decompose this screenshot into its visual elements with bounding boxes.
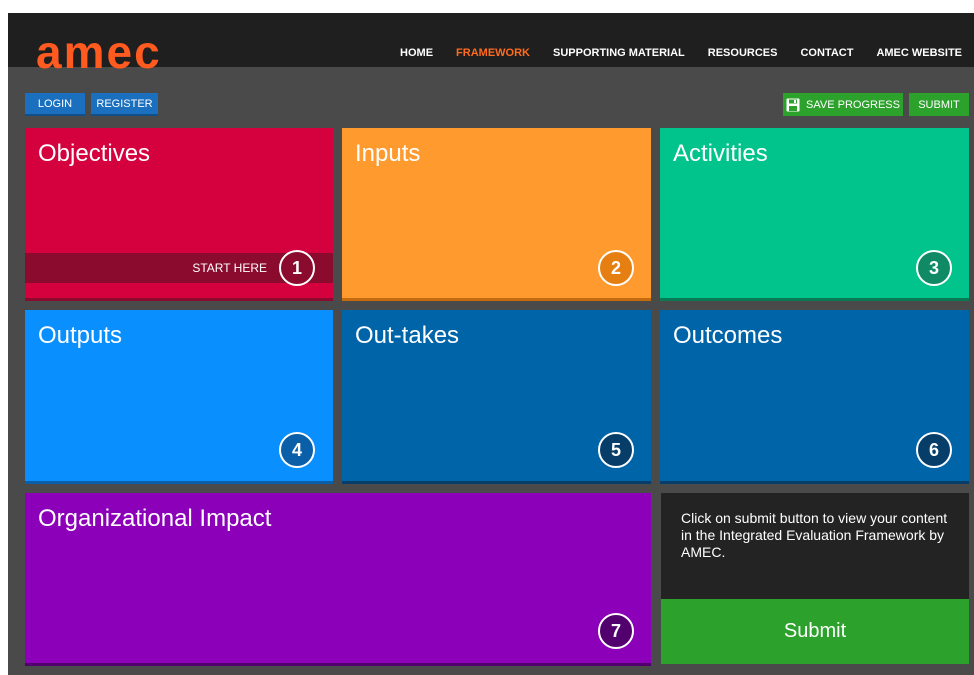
large-submit-button[interactable]: Submit [661, 599, 969, 664]
tile-title: Activities [673, 140, 768, 167]
tile-activities[interactable]: Activities 3 [660, 128, 969, 301]
save-progress-label: SAVE PROGRESS [806, 98, 900, 111]
step-number-badge: 5 [598, 432, 634, 468]
tile-bottom-border [25, 298, 333, 301]
nav-contact[interactable]: CONTACT [800, 46, 853, 60]
save-progress-button[interactable]: SAVE PROGRESS [783, 93, 903, 116]
tile-title: Organizational Impact [38, 505, 272, 532]
tile-bottom-border [342, 481, 651, 484]
login-button[interactable]: LOGIN [25, 93, 85, 116]
tile-bottom-border [660, 298, 969, 301]
tile-objectives[interactable]: Objectives START HERE 1 [25, 128, 333, 301]
nav-framework[interactable]: FRAMEWORK [456, 46, 530, 60]
step-number-badge: 7 [598, 613, 634, 649]
tile-title: Outcomes [673, 322, 783, 349]
nav-resources[interactable]: RESOURCES [708, 46, 778, 60]
step-number-badge: 2 [598, 250, 634, 286]
tile-bottom-border [660, 481, 969, 484]
nav-home[interactable]: HOME [400, 46, 433, 60]
step-number-badge: 6 [916, 432, 952, 468]
step-number-badge: 4 [279, 432, 315, 468]
tile-outcomes[interactable]: Outcomes 6 [660, 310, 969, 484]
tile-bottom-border [25, 481, 333, 484]
tile-organizational-impact[interactable]: Organizational Impact 7 [25, 493, 651, 666]
tile-bottom-border [342, 298, 651, 301]
main-nav: HOME FRAMEWORK SUPPORTING MATERIAL RESOU… [377, 46, 962, 60]
submit-button[interactable]: SUBMIT [909, 93, 969, 116]
floppy-disk-icon [786, 98, 800, 112]
nav-supporting-material[interactable]: SUPPORTING MATERIAL [553, 46, 685, 60]
tile-title: Outputs [38, 322, 123, 349]
tile-title: Out-takes [355, 322, 460, 349]
top-navigation-bar: amec HOME FRAMEWORK SUPPORTING MATERIAL … [8, 13, 974, 78]
nav-amec-website[interactable]: AMEC WEBSITE [876, 46, 962, 60]
tile-outputs[interactable]: Outputs 4 [25, 310, 333, 484]
tile-title: Inputs [355, 140, 421, 167]
tile-inputs[interactable]: Inputs 2 [342, 128, 651, 301]
amec-logo[interactable]: amec [36, 26, 162, 78]
step-number-badge: 3 [916, 250, 952, 286]
start-here-label: START HERE [192, 261, 267, 275]
tile-bottom-border [25, 663, 651, 666]
submit-info-panel: Click on submit button to view your cont… [661, 493, 969, 599]
tile-title: Objectives [38, 140, 151, 167]
register-button[interactable]: REGISTER [91, 93, 158, 116]
step-number-badge: 1 [279, 250, 315, 286]
tile-out-takes[interactable]: Out-takes 5 [342, 310, 651, 484]
submit-info-text: Click on submit button to view your cont… [681, 510, 948, 560]
